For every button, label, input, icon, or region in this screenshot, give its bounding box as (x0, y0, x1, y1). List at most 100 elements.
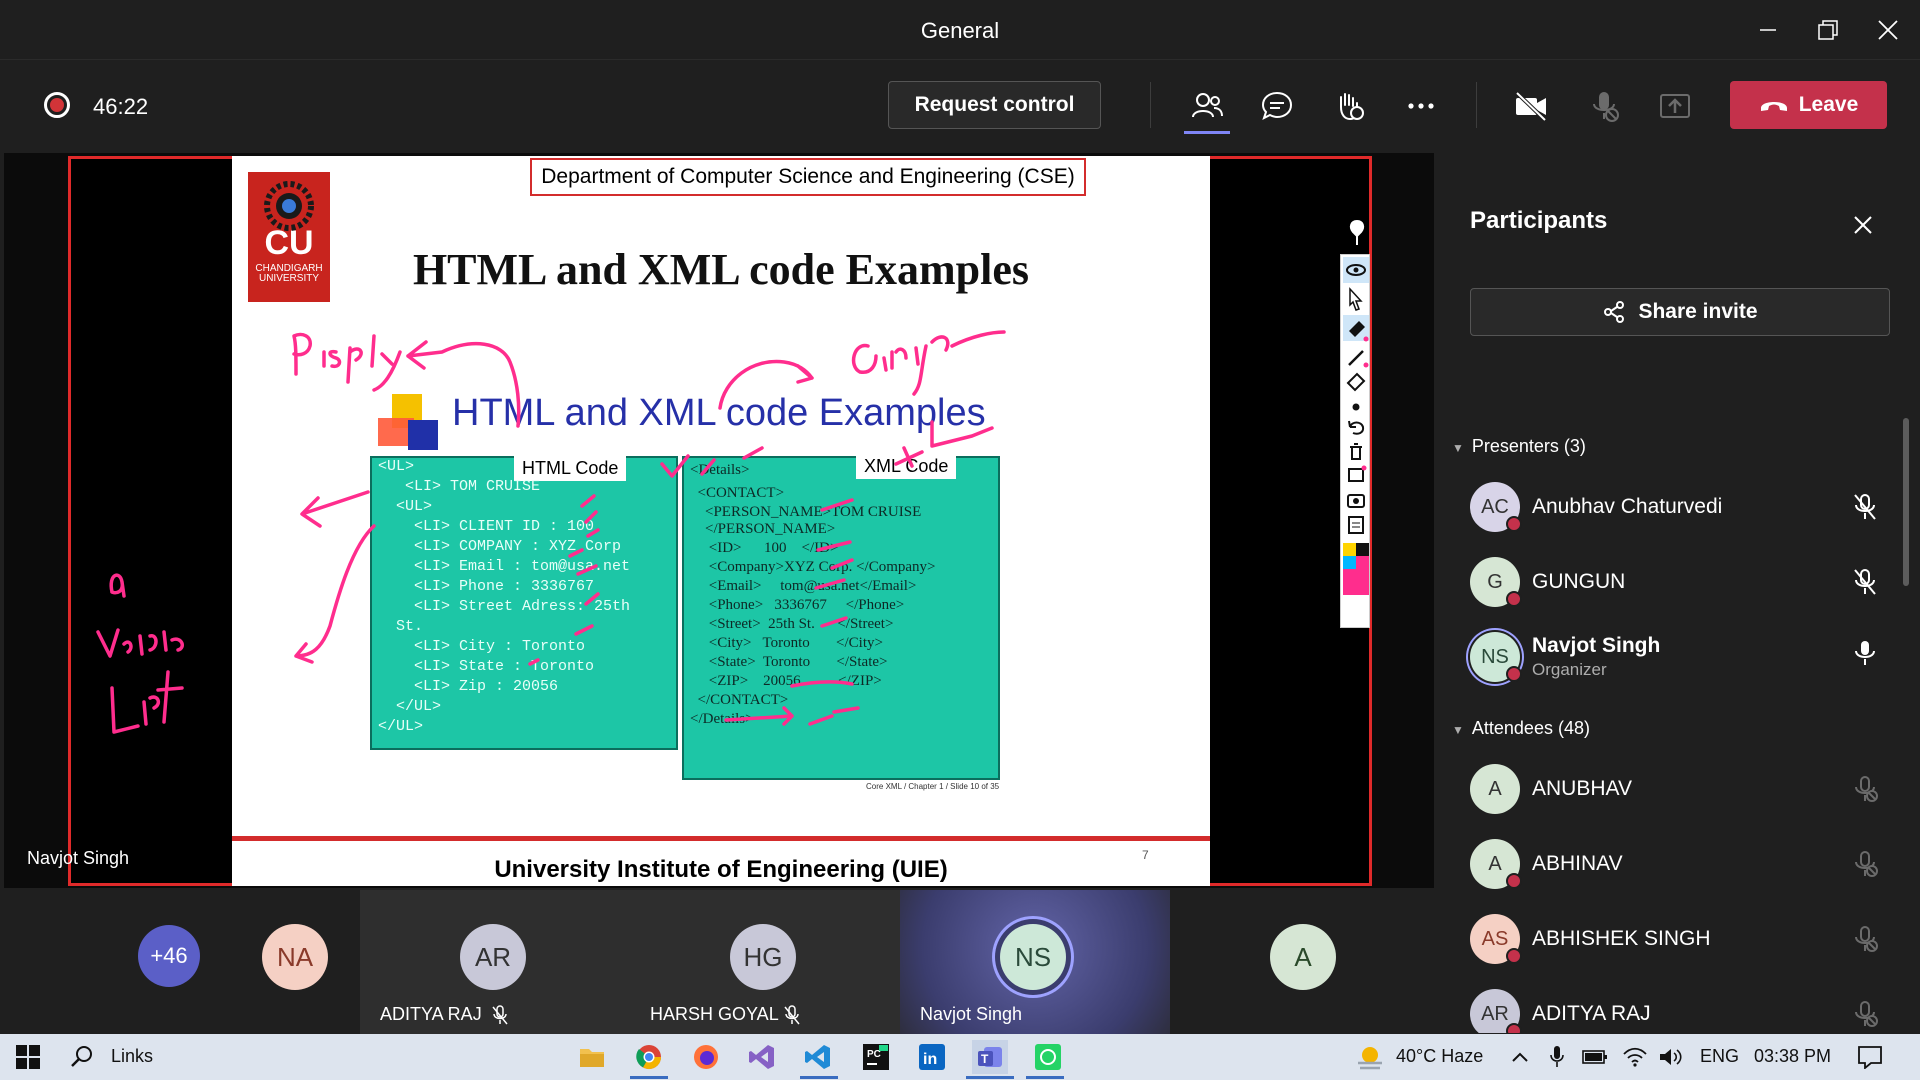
show-hidden-icons-button[interactable] (1508, 1040, 1532, 1074)
meeting-timer: 46:22 (93, 94, 149, 119)
participant-tile[interactable]: A (1170, 890, 1430, 1034)
chat-icon (1261, 91, 1293, 120)
ink-stroke (724, 498, 860, 726)
title-bar: General (0, 0, 1920, 60)
participant-row[interactable]: G GUNGUN (1470, 551, 1880, 611)
weather-text[interactable]: 40°C Haze (1396, 1046, 1483, 1067)
share-icon (1604, 301, 1625, 323)
ink-tools-bar (1340, 254, 1370, 628)
restore-icon (1818, 20, 1838, 40)
participants-active-indicator (1184, 131, 1230, 134)
notifications-button[interactable] (1852, 1040, 1888, 1074)
participant-avatar: NS (1000, 924, 1066, 990)
start-button[interactable] (10, 1040, 46, 1074)
ink-annotations (292, 330, 1006, 726)
overflow-participants-button[interactable]: +46 (138, 925, 200, 987)
more-actions-button[interactable] (1400, 85, 1442, 127)
share-screen-button[interactable] (1654, 85, 1696, 127)
whatsapp-app[interactable] (1030, 1040, 1066, 1074)
pycharm-app[interactable]: PC (858, 1040, 894, 1074)
linkedin-app[interactable]: in (914, 1040, 950, 1074)
share-invite-button[interactable]: Share invite (1470, 288, 1890, 336)
svg-text:PC: PC (867, 1049, 881, 1060)
participant-name: ANUBHAV (1532, 777, 1632, 800)
participants-button[interactable] (1186, 85, 1228, 127)
mic-muted-icon (1854, 569, 1876, 595)
active-app-indicator (966, 1076, 1014, 1079)
volume-tray-icon[interactable] (1656, 1040, 1686, 1074)
chrome-app[interactable] (631, 1040, 667, 1074)
ink-stroke (406, 340, 521, 428)
chrome-icon (636, 1045, 661, 1070)
participant-row[interactable]: A ANUBHAV (1470, 758, 1880, 818)
vscode-app[interactable] (800, 1040, 836, 1074)
toolbar-divider (1150, 82, 1151, 128)
reactions-button[interactable] (1328, 85, 1370, 127)
vscode-icon (805, 1045, 830, 1069)
close-panel-button[interactable] (1848, 210, 1878, 240)
ink-stroke (300, 490, 370, 528)
wifi-tray-icon[interactable] (1620, 1040, 1650, 1074)
microphone-tray-icon[interactable] (1544, 1040, 1570, 1074)
status-busy-icon (1506, 1023, 1522, 1033)
presentation-slide: Department of Computer Science and Engin… (232, 156, 1210, 886)
participant-tile[interactable]: HG HARSH GOYAL (630, 890, 900, 1034)
participant-tile[interactable]: AR ADITYA RAJ (360, 890, 630, 1034)
status-busy-icon (1506, 591, 1522, 607)
participant-row[interactable]: NS Navjot Singh Organizer (1470, 626, 1880, 696)
linkedin-icon: in (919, 1044, 945, 1070)
search-button[interactable] (64, 1040, 100, 1074)
participants-scrollbar[interactable] (1903, 418, 1909, 586)
presenter-name-tag: Navjot Singh (27, 848, 130, 868)
participant-tile-name: Navjot Singh (920, 1004, 1023, 1024)
participant-tile[interactable]: NA (218, 890, 368, 1034)
mic-toggle-button[interactable] (1583, 85, 1625, 127)
speaker-icon (1660, 1049, 1682, 1065)
request-control-button[interactable]: Request control (888, 81, 1101, 129)
ink-stroke (109, 573, 126, 598)
ink-tools-icons[interactable] (1341, 255, 1371, 629)
close-icon (1854, 216, 1872, 234)
participant-name: ABHISHEK SINGH (1532, 927, 1711, 950)
window-title: General (920, 18, 1000, 43)
weather-widget-icon[interactable] (1352, 1040, 1388, 1074)
firefox-app[interactable] (688, 1040, 724, 1074)
participant-row[interactable]: AC Anubhav Chaturvedi (1470, 476, 1880, 536)
battery-tray-icon[interactable] (1580, 1040, 1610, 1074)
more-icon (1408, 103, 1434, 109)
ink-stroke (292, 332, 402, 392)
participant-row[interactable]: AR ADITYA RAJ (1470, 983, 1880, 1033)
attendees-section-toggle[interactable]: ▼ Attendees (48) (1452, 718, 1590, 739)
firefox-icon (694, 1045, 718, 1069)
file-explorer-app[interactable] (574, 1040, 610, 1074)
participant-avatar: AR (460, 924, 526, 990)
restore-button[interactable] (1808, 10, 1848, 50)
running-indicator (800, 1076, 838, 1079)
svg-text:T: T (981, 1052, 989, 1066)
mic-muted-icon (784, 1005, 800, 1025)
teams-app[interactable]: T (972, 1040, 1008, 1074)
camera-toggle-button[interactable] (1510, 85, 1552, 127)
taskbar-search-label[interactable]: Links (111, 1046, 153, 1067)
leave-button[interactable]: Leave (1730, 81, 1887, 129)
chat-button[interactable] (1256, 85, 1298, 127)
visual-studio-app[interactable] (744, 1040, 780, 1074)
close-window-button[interactable] (1868, 10, 1908, 50)
status-busy-icon (1506, 516, 1522, 532)
participant-tile-active-speaker[interactable]: NS Navjot Singh (900, 890, 1170, 1034)
minimize-button[interactable] (1748, 10, 1788, 50)
visual-studio-icon (749, 1045, 774, 1069)
taskbar-clock[interactable]: 03:38 PM (1754, 1046, 1831, 1067)
pycharm-icon: PC (863, 1044, 889, 1070)
running-indicator (1026, 1076, 1064, 1079)
input-language[interactable]: ENG (1700, 1046, 1739, 1067)
participant-name: ABHINAV (1532, 852, 1623, 875)
participant-name: Navjot Singh (1532, 634, 1661, 657)
participant-row[interactable]: AS ABHISHEK SINGH (1470, 908, 1880, 968)
participant-avatar: NA (262, 924, 328, 990)
chevron-down-icon: ▼ (1452, 723, 1464, 737)
participant-row[interactable]: A ABHINAV (1470, 833, 1880, 893)
presenters-section-toggle[interactable]: ▼ Presenters (3) (1452, 436, 1586, 457)
pin-icon (1349, 219, 1365, 245)
mic-disabled-icon (1593, 92, 1619, 122)
